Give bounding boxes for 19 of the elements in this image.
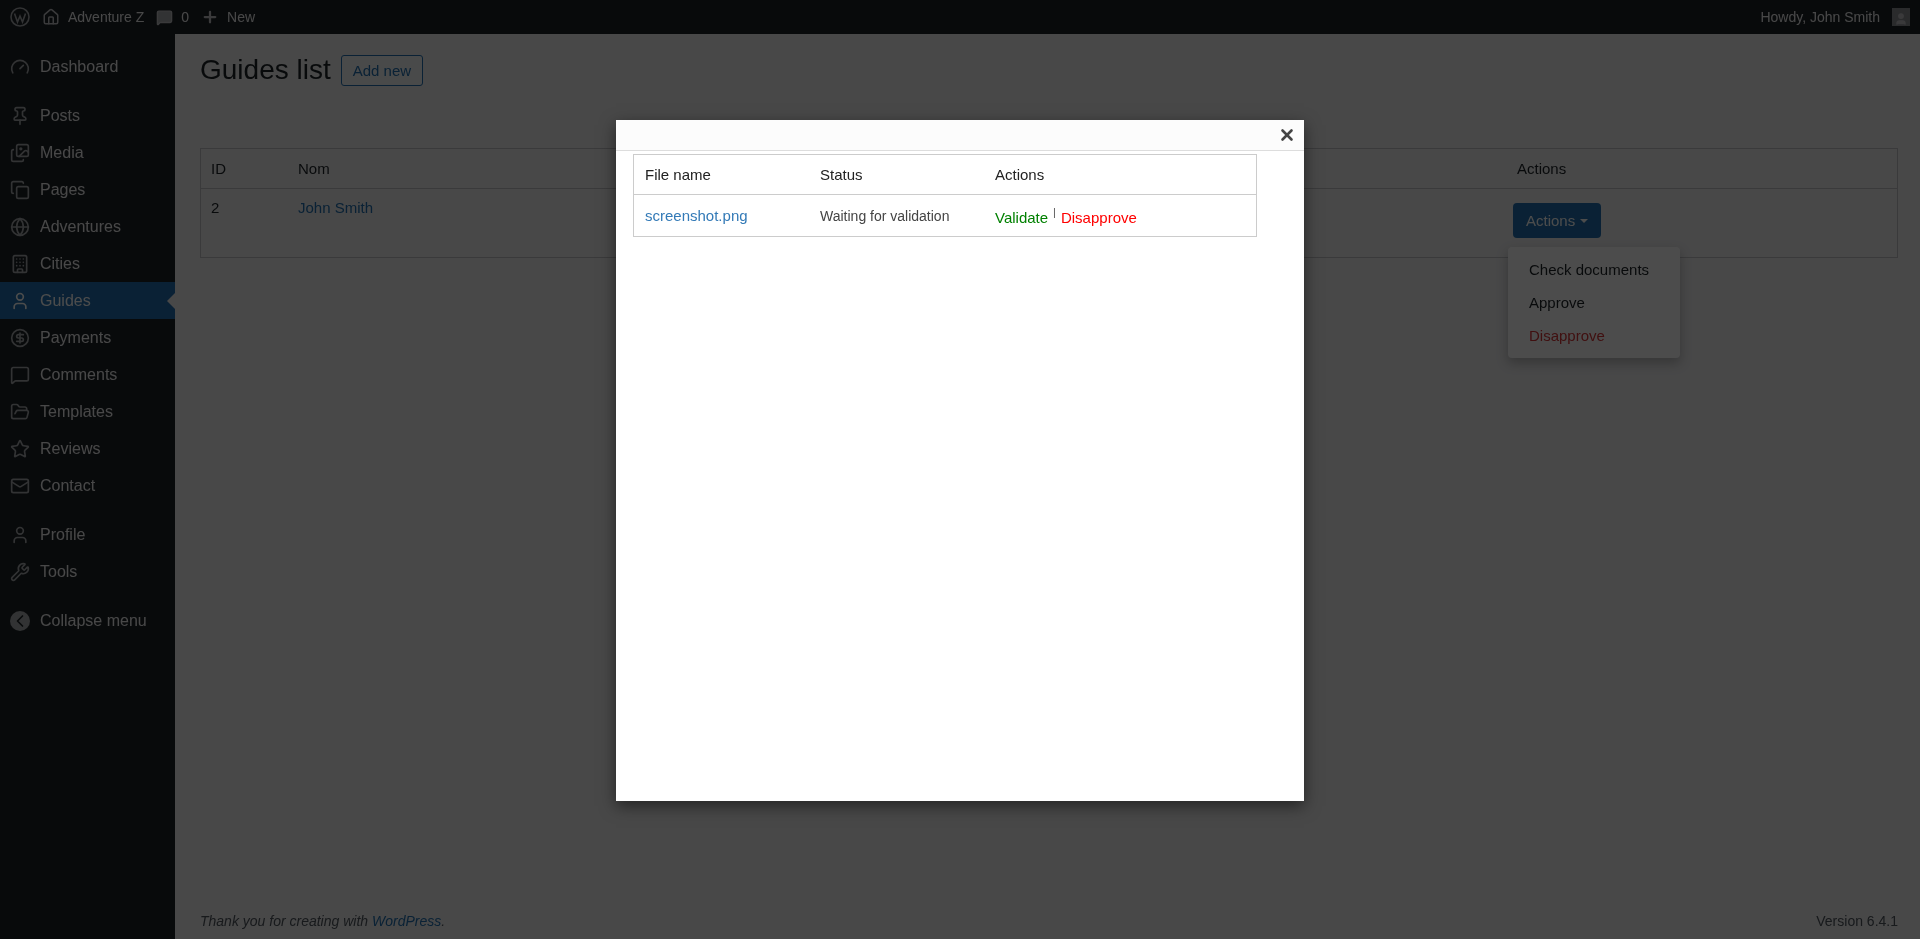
greeting-text[interactable]: Howdy, John Smith <box>1760 9 1880 25</box>
table-cell: 2 <box>211 199 220 216</box>
action-link[interactable]: Disapprove <box>1060 209 1137 226</box>
column-header: Actions <box>1517 160 1567 177</box>
status-text: Waiting for validation <box>819 207 951 224</box>
separator-text: | <box>1053 206 1056 218</box>
guide-name-link[interactable]: John Smith <box>298 199 374 216</box>
column-header: Status <box>819 166 864 183</box>
comment-count: 0 <box>181 9 190 25</box>
action-link[interactable]: Validate <box>995 209 1049 226</box>
column-header: ID <box>211 160 226 177</box>
column-header: Nom <box>298 160 330 177</box>
column-header: File name <box>644 166 712 183</box>
site-name-link[interactable]: Adventure Z <box>68 9 145 25</box>
column-header: Actions <box>994 166 1046 183</box>
close-button[interactable] <box>1278 126 1296 144</box>
page-title: Guides list <box>200 54 331 86</box>
new-link[interactable]: New <box>227 9 256 25</box>
file-link[interactable]: screenshot.png <box>645 207 748 224</box>
